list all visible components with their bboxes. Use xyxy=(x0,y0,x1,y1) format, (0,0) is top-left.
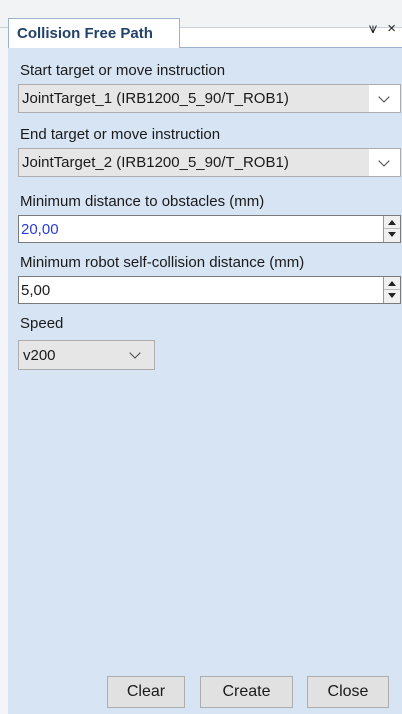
spin-down-button[interactable] xyxy=(384,229,400,242)
start-target-dropdown-button[interactable] xyxy=(369,85,400,112)
tab-title: Collision Free Path xyxy=(17,25,153,42)
tab-collision-free-path[interactable]: Collision Free Path xyxy=(8,18,180,48)
speed-label: Speed xyxy=(20,315,64,332)
speed-value: v200 xyxy=(23,347,56,364)
arrow-up-icon xyxy=(388,220,396,225)
chevron-down-icon xyxy=(378,91,390,103)
arrow-down-icon xyxy=(388,232,396,237)
create-button[interactable]: Create xyxy=(200,676,293,708)
min-obstacle-distance-spinner[interactable] xyxy=(383,216,400,242)
collision-free-path-panel: Start target or move instruction JointTa… xyxy=(8,47,402,714)
spin-up-button[interactable] xyxy=(384,216,400,229)
end-target-label: End target or move instruction xyxy=(20,126,221,143)
min-obstacle-distance-value: 20,00 xyxy=(21,221,59,238)
end-target-dropdown[interactable]: JointTarget_2 (IRB1200_5_90/T_ROB1) xyxy=(18,148,401,177)
start-target-dropdown[interactable]: JointTarget_1 (IRB1200_5_90/T_ROB1) xyxy=(18,84,401,113)
min-self-collision-input[interactable]: 5,00 xyxy=(18,276,401,304)
min-self-collision-spinner[interactable] xyxy=(383,277,400,303)
end-target-value: JointTarget_2 (IRB1200_5_90/T_ROB1) xyxy=(22,154,289,171)
end-target-dropdown-button[interactable] xyxy=(369,149,400,176)
start-target-label: Start target or move instruction xyxy=(20,62,226,79)
chevron-down-icon xyxy=(378,155,390,167)
clear-button[interactable]: Clear xyxy=(107,676,185,708)
chevron-down-icon xyxy=(129,347,141,359)
close-button[interactable]: Close xyxy=(307,676,389,708)
start-target-value: JointTarget_1 (IRB1200_5_90/T_ROB1) xyxy=(22,90,289,107)
spin-up-button[interactable] xyxy=(384,277,400,290)
pin-dropdown-icon[interactable]: ⩛ xyxy=(369,21,377,36)
min-self-collision-value: 5,00 xyxy=(21,282,51,299)
left-edge-strip xyxy=(0,28,8,714)
spin-down-button[interactable] xyxy=(384,290,400,303)
tab-controls: ⩛ × xyxy=(369,21,396,36)
speed-dropdown[interactable]: v200 xyxy=(18,340,155,370)
min-obstacle-distance-input[interactable]: 20,00 xyxy=(18,215,401,243)
min-self-collision-label: Minimum robot self-collision distance (m… xyxy=(20,254,305,271)
min-obstacle-distance-label: Minimum distance to obstacles (mm) xyxy=(20,193,265,210)
arrow-down-icon xyxy=(388,293,396,298)
arrow-up-icon xyxy=(388,281,396,286)
close-icon[interactable]: × xyxy=(387,21,396,36)
